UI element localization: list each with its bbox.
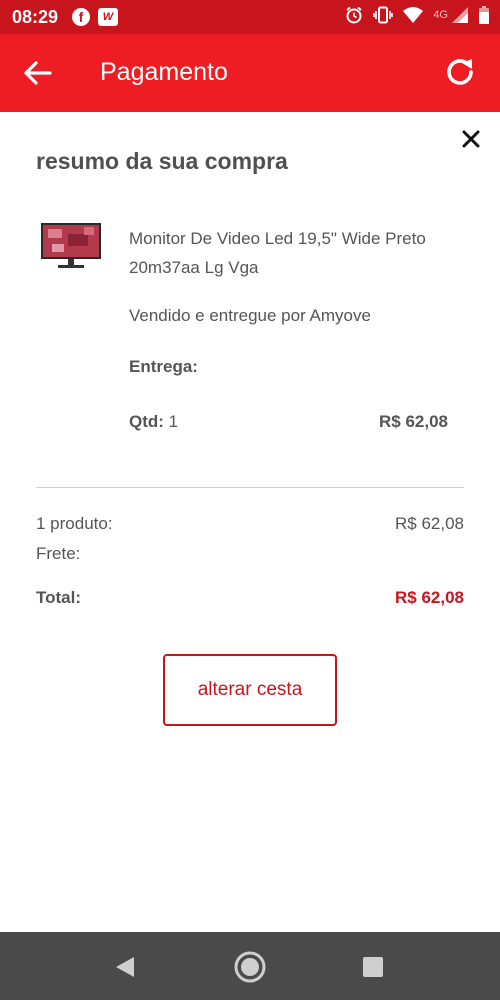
monitor-thumbnail bbox=[41, 223, 101, 268]
item-price: R$ 62,08 bbox=[379, 412, 448, 431]
subtotal-value: R$ 62,08 bbox=[395, 514, 464, 533]
status-right-icons: 4G bbox=[345, 6, 490, 24]
status-bar: 08:29 f W 4G bbox=[0, 0, 500, 34]
signal-icon bbox=[452, 7, 468, 23]
facebook-icon: f bbox=[72, 8, 90, 26]
nav-recents-icon[interactable] bbox=[362, 956, 384, 978]
delivery-label: Entrega: bbox=[129, 357, 198, 376]
product-count-label: 1 produto: bbox=[36, 514, 113, 533]
refresh-icon bbox=[447, 59, 473, 85]
total-value: R$ 62,08 bbox=[395, 588, 464, 607]
summary-title: resumo da sua compra bbox=[36, 148, 288, 174]
status-app-icons: f W bbox=[72, 8, 118, 26]
seller-info: Vendido e entregue por Amyove bbox=[129, 306, 371, 325]
close-icon bbox=[462, 130, 480, 148]
quantity: Qtd: 1 bbox=[129, 412, 178, 432]
product-image bbox=[40, 222, 102, 272]
status-time: 08:29 bbox=[12, 7, 59, 27]
nav-back-icon[interactable] bbox=[114, 956, 136, 978]
battery-icon bbox=[479, 6, 489, 24]
refresh-button[interactable] bbox=[442, 54, 478, 90]
vibrate-icon bbox=[373, 6, 394, 24]
alarm-icon bbox=[346, 6, 362, 24]
wifi-icon bbox=[403, 7, 424, 23]
app-icon: W bbox=[98, 8, 118, 26]
quantity-value: 1 bbox=[168, 412, 179, 431]
purchase-summary-sheet: resumo da sua compra Monitor De Video Le… bbox=[0, 112, 500, 932]
network-label: 4G bbox=[433, 9, 448, 21]
quantity-label: Qtd: bbox=[129, 412, 164, 431]
back-arrow-icon bbox=[24, 61, 52, 85]
system-nav-bar bbox=[0, 932, 500, 1000]
divider bbox=[36, 487, 464, 488]
app-bar: Pagamento bbox=[0, 34, 500, 112]
close-button[interactable] bbox=[460, 128, 482, 150]
total-label: Total: bbox=[36, 588, 82, 607]
page-title: Pagamento bbox=[100, 58, 228, 86]
shipping-label: Frete: bbox=[36, 544, 81, 563]
product-name: Monitor De Video Led 19,5" Wide Preto 20… bbox=[129, 229, 426, 277]
back-button[interactable] bbox=[22, 58, 54, 88]
alter-cart-button[interactable]: alterar cesta bbox=[163, 654, 337, 726]
nav-home-icon[interactable] bbox=[234, 951, 266, 983]
